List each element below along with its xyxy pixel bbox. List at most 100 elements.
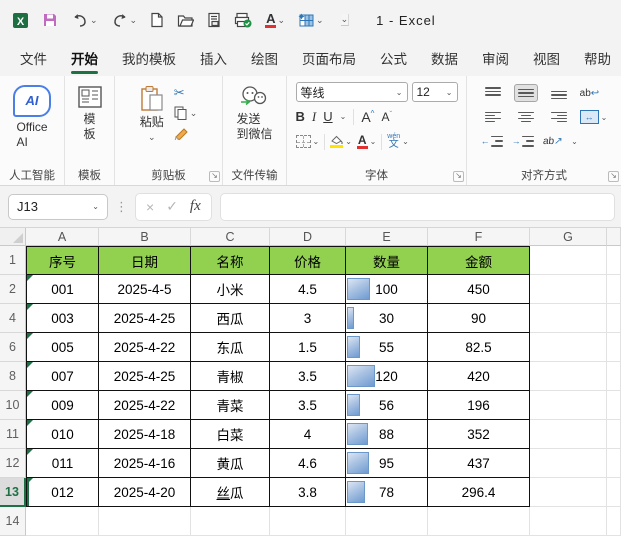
undo-button[interactable]: ⌄ [71,10,98,30]
cell-name[interactable]: 青椒 [191,362,270,391]
cell-qty[interactable]: 78 [346,478,428,507]
cell[interactable] [607,246,621,275]
cell[interactable] [530,391,607,420]
font-size-select[interactable]: 12 ⌄ [411,82,458,102]
cell[interactable] [530,420,607,449]
align-middle-button[interactable] [513,84,538,102]
increase-font-button[interactable]: A^ [361,109,374,125]
cell-name[interactable]: 白菜 [191,420,270,449]
ribbon-tab-10[interactable]: 帮助 [572,41,621,76]
header-cell[interactable]: 价格 [270,246,346,275]
cell-price[interactable]: 3 [270,304,346,333]
copy-button[interactable]: ⌄ [174,106,197,120]
cell-name[interactable]: 黄瓜 [191,449,270,478]
row-header-2[interactable]: 2 [0,275,26,304]
ribbon-tab-3[interactable]: 插入 [188,41,239,76]
decrease-font-button[interactable]: Aˇ [381,110,392,124]
chevron-down-icon[interactable]: ⌄ [316,15,324,25]
cell[interactable] [99,507,191,536]
cell-qty[interactable]: 95 [346,449,428,478]
cell-date[interactable]: 2025-4-25 [99,362,191,391]
cell[interactable] [607,420,621,449]
cell-id[interactable]: 009 [26,391,99,420]
cell[interactable] [530,333,607,362]
cell[interactable] [607,391,621,420]
column-header-A[interactable]: A [26,228,99,246]
ribbon-tab-8[interactable]: 审阅 [470,41,521,76]
cell[interactable] [607,478,621,507]
cell-name[interactable]: 东瓜 [191,333,270,362]
cell[interactable] [530,275,607,304]
cell-amount[interactable]: 90 [428,304,530,333]
cell-amount[interactable]: 352 [428,420,530,449]
ribbon-tab-2[interactable]: 我的模板 [110,41,188,76]
cut-button[interactable]: ✂ [174,86,198,99]
row-header-4[interactable]: 4 [0,304,26,333]
cell-price[interactable]: 4 [270,420,346,449]
name-box[interactable]: J13 ⌄ [8,193,108,220]
template-button[interactable]: 模板 [77,82,103,142]
row-header-8[interactable]: 8 [0,362,26,391]
cell-price[interactable]: 4.6 [270,449,346,478]
cell-amount[interactable]: 296.4 [428,478,530,507]
bold-button[interactable]: B [296,109,305,124]
column-header-C[interactable]: C [191,228,270,246]
redo-button[interactable]: ⌄ [111,10,137,30]
row-header-11[interactable]: 11 [0,420,26,449]
cell-qty[interactable]: 56 [346,391,428,420]
font-name-select[interactable]: 等线 ⌄ [295,82,408,102]
cell-date[interactable]: 2025-4-5 [99,275,191,304]
cell-price[interactable]: 4.5 [270,275,346,304]
cell[interactable] [530,246,607,275]
office-ai-button[interactable]: AI Office AI [13,82,51,150]
chevron-down-icon[interactable]: ⌄ [90,15,98,25]
align-top-button[interactable] [481,84,505,102]
insert-function-button[interactable]: fx [190,198,201,215]
save-icon[interactable] [42,10,58,30]
font-color-button[interactable]: A ⌄ [265,10,285,30]
cell-qty[interactable]: 120 [346,362,428,391]
cell-id[interactable]: 012 [26,478,99,507]
header-cell[interactable]: 名称 [191,246,270,275]
cell[interactable] [191,507,270,536]
wrap-text-button[interactable]: ab↩ [580,88,600,99]
ribbon-tab-4[interactable]: 绘图 [239,41,290,76]
cell-price[interactable]: 3.5 [270,391,346,420]
cell[interactable] [428,507,530,536]
cell[interactable] [530,304,607,333]
cell-amount[interactable]: 437 [428,449,530,478]
ribbon-tab-1[interactable]: 开始 [59,41,110,76]
cell-price[interactable]: 1.5 [270,333,346,362]
open-folder-icon[interactable] [177,10,195,30]
cell-amount[interactable]: 196 [428,391,530,420]
format-painter-button[interactable] [174,127,198,145]
column-header-E[interactable]: E [346,228,428,246]
cell[interactable] [530,507,607,536]
formula-input[interactable] [219,192,615,221]
cell[interactable] [530,449,607,478]
header-cell[interactable]: 数量 [346,246,428,275]
cell-id[interactable]: 001 [26,275,99,304]
cancel-button[interactable]: × [146,199,154,215]
ribbon-tab-7[interactable]: 数据 [419,41,470,76]
fill-color-button[interactable]: ⌄ [330,135,352,148]
cell-id[interactable]: 003 [26,304,99,333]
cell-date[interactable]: 2025-4-25 [99,304,191,333]
cell-amount[interactable]: 420 [428,362,530,391]
cell-id[interactable]: 010 [26,420,99,449]
orientation-button[interactable]: ab↗ [542,136,563,147]
cell[interactable] [607,275,621,304]
chevron-down-icon[interactable]: ⌄ [277,15,285,25]
cell-date[interactable]: 2025-4-22 [99,391,191,420]
row-header-12[interactable]: 12 [0,449,26,478]
cell-qty[interactable]: 88 [346,420,428,449]
formula-bar-handle[interactable]: ⋮ [115,199,128,215]
cell[interactable] [26,507,99,536]
align-center-button[interactable] [514,109,538,126]
cell-id[interactable]: 005 [26,333,99,362]
align-bottom-button[interactable] [547,84,571,102]
column-header-G[interactable]: G [530,228,607,246]
cell-name[interactable]: 小米 [191,275,270,304]
new-file-icon[interactable] [150,10,164,30]
cell-price[interactable]: 3.5 [270,362,346,391]
